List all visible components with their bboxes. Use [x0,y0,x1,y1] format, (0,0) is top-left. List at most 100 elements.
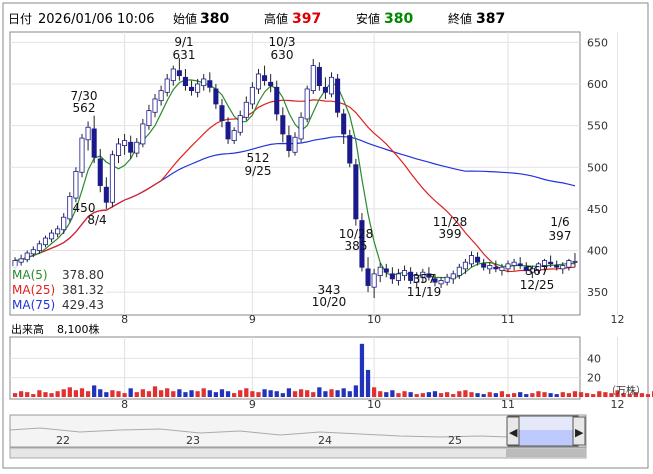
volume-bar [225,391,231,397]
candle-body [517,263,523,266]
volume-label: 出来高 [11,322,44,336]
ma-legend-label: MA(25) [12,283,55,297]
volume-bar [566,393,572,397]
price-x-tick-label: 12 [611,313,625,326]
candle-body [560,265,566,270]
candle-body [49,232,55,240]
candle-body [280,115,286,135]
candle-body [134,141,140,154]
volume-bar [98,389,103,397]
volume-bar [548,393,553,397]
close-value: 387 [476,11,505,27]
volume-x-tick-label: 12 [611,398,625,411]
annotation-label: 1/6 [550,215,569,229]
volume-bar [171,391,176,397]
candle-body [243,101,249,118]
volume-bar [499,391,505,397]
volume-bar [213,392,219,397]
volume-bar [584,393,590,397]
volume-bar [511,393,517,397]
candle [353,158,359,226]
volume-bar [505,394,511,397]
volume-bar [305,390,310,397]
volume-x-tick-label: 11 [501,398,515,411]
volume-bar [414,394,419,397]
price-x-tick-label: 10 [367,313,381,326]
volume-bar [43,392,48,397]
open-value: 380 [200,11,229,27]
candle-body [322,86,328,93]
volume-bar [578,392,584,397]
scroll-label-24: 24 [318,434,332,447]
candle [67,192,73,223]
candle-body [487,265,493,270]
volume-bar [122,393,127,397]
volume-unit: （万株） [606,384,646,397]
volume-bar [67,387,72,397]
scrollbar-thumb[interactable] [506,449,586,457]
volume-tick-label: 40 [587,352,601,365]
candle-body [122,140,128,146]
candle-body [189,86,195,92]
annotation-value: 631 [173,48,196,62]
volume-bar [18,391,24,397]
volume-bar [560,392,565,397]
candle-body [115,143,122,156]
candle-body [91,128,97,158]
candle [73,167,79,203]
candle-body [237,115,243,133]
price-tick-label: 450 [587,203,608,216]
candle-body [572,260,578,263]
price-tick-label: 550 [587,120,608,133]
candle-body [97,158,103,186]
volume-bar [256,392,261,397]
candle-body [55,228,61,235]
open-label: 始値 [173,11,197,26]
ma-legend-value: 378.80 [62,268,104,282]
volume-bar [195,391,200,397]
candle-body [255,73,262,90]
annotation-label: 512 [247,151,270,165]
candle-body [292,136,298,153]
volume-bar [49,393,54,397]
volume-bar [134,392,139,397]
volume-bar [469,392,474,397]
volume-bar [329,389,334,397]
volume-bar [207,390,212,397]
annotation-value: 11/19 [407,285,442,299]
volume-bar [554,394,559,397]
volume-bar [402,391,407,397]
candle-body [262,75,268,82]
candle-body [493,266,499,270]
chevron-left-icon: ◀ [509,426,518,439]
volume-bar [475,393,480,397]
volume-bar [365,369,371,397]
price-y-axis: 350 400 450 500 550 600 650 [587,36,608,299]
candle-body [554,265,560,268]
volume-bar [542,392,547,397]
price-tick-label: 350 [587,286,608,299]
volume-bar [37,390,42,397]
scrollbar-track[interactable] [9,447,587,459]
volume-bar [487,392,492,397]
date-label: 日付 [8,12,32,26]
ma-legend-label: MA(75) [12,298,55,312]
candle-body [42,237,49,246]
volume-bar [286,388,292,397]
annotation-label: 357 [413,272,436,286]
volume-bar [524,394,529,397]
candle-body [316,66,322,87]
candle-body [395,273,401,281]
candle-body [377,266,383,276]
volume-bar [244,388,249,397]
volume-bar [31,394,36,397]
volume-bar [238,390,243,397]
candle-body [207,80,213,88]
datetime-value: 2026/01/06 10:06 [38,12,155,27]
volume-bar [481,394,486,397]
close-label: 終値 [448,11,472,26]
volume-bar [110,390,115,397]
volume-bar [457,391,462,397]
volume-bar [85,391,91,397]
volume-bar [250,391,255,397]
